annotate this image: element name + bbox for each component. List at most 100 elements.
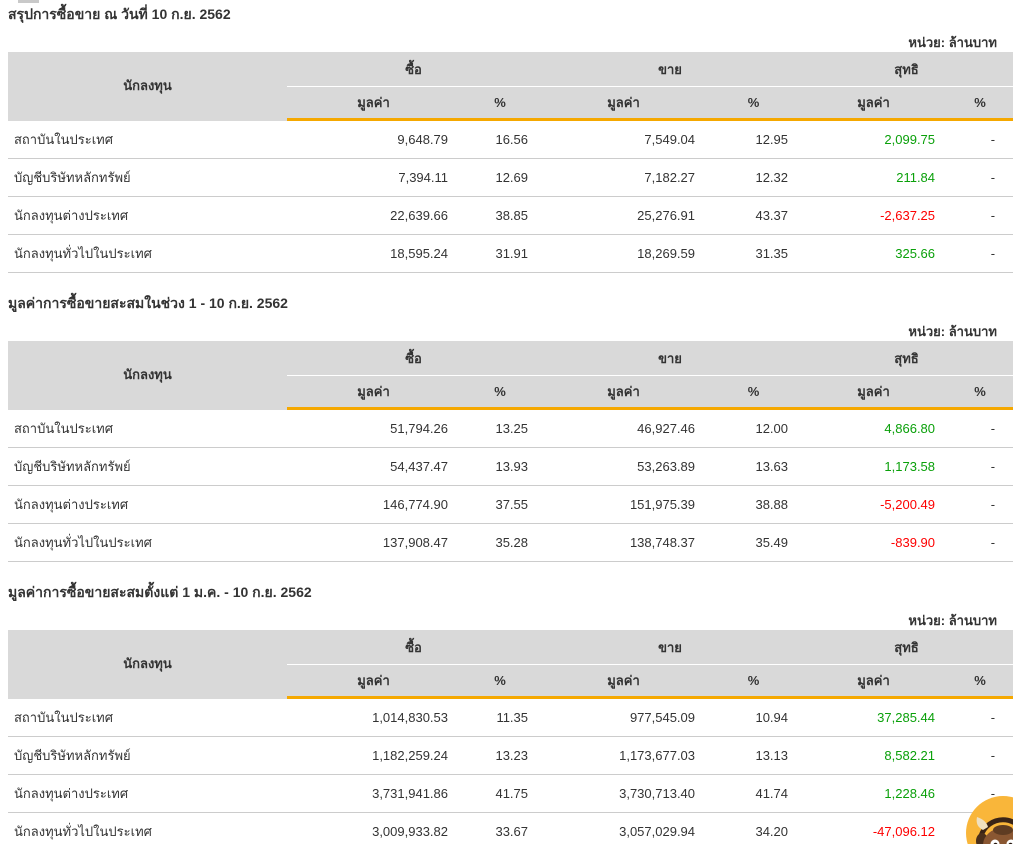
section-title: มูลค่าการซื้อขายสะสมตั้งแต่ 1 ม.ค. - 10 … bbox=[8, 583, 1013, 601]
cell-sell-value: 3,057,029.94 bbox=[540, 813, 707, 844]
table-row: บัญชีบริษัทหลักทรัพย์1,182,259.2413.231,… bbox=[8, 737, 1013, 775]
clipped-ui-fragment bbox=[18, 0, 39, 3]
col-subheader-net-value: มูลค่า bbox=[800, 665, 947, 698]
cell-sell-value: 53,263.89 bbox=[540, 448, 707, 486]
cell-sell-percent: 43.37 bbox=[707, 197, 800, 235]
cell-sell-value: 18,269.59 bbox=[540, 235, 707, 273]
cell-net-percent: - bbox=[947, 698, 1013, 737]
cell-investor-name: นักลงทุนต่างประเทศ bbox=[8, 775, 287, 813]
cell-investor-name: บัญชีบริษัทหลักทรัพย์ bbox=[8, 159, 287, 197]
cell-buy-percent: 37.55 bbox=[460, 486, 540, 524]
period-summary-section: มูลค่าการซื้อขายสะสมในช่วง 1 - 10 ก.ย. 2… bbox=[0, 294, 1013, 562]
table-body: สถาบันในประเทศ51,794.2613.2546,927.4612.… bbox=[8, 409, 1013, 562]
ytd-summary-section: มูลค่าการซื้อขายสะสมตั้งแต่ 1 ม.ค. - 10 … bbox=[0, 583, 1013, 844]
cell-buy-percent: 41.75 bbox=[460, 775, 540, 813]
col-header-sell: ขาย bbox=[540, 630, 800, 665]
col-subheader-sell-percent: % bbox=[707, 87, 800, 120]
cell-net-value: 1,173.58 bbox=[800, 448, 947, 486]
cell-net-value: 4,866.80 bbox=[800, 409, 947, 448]
table-row: นักลงทุนทั่วไปในประเทศ137,908.4735.28138… bbox=[8, 524, 1013, 562]
cell-sell-value: 7,182.27 bbox=[540, 159, 707, 197]
cell-sell-value: 3,730,713.40 bbox=[540, 775, 707, 813]
col-header-buy: ซื้อ bbox=[287, 52, 540, 87]
cell-sell-value: 7,549.04 bbox=[540, 120, 707, 159]
col-subheader-buy-value: มูลค่า bbox=[287, 376, 460, 409]
col-subheader-buy-value: มูลค่า bbox=[287, 665, 460, 698]
cell-sell-percent: 12.95 bbox=[707, 120, 800, 159]
cell-buy-value: 54,437.47 bbox=[287, 448, 460, 486]
unit-label: หน่วย: ล้านบาท bbox=[0, 35, 997, 51]
col-header-investor: นักลงทุน bbox=[8, 341, 287, 409]
cell-buy-percent: 31.91 bbox=[460, 235, 540, 273]
cell-buy-percent: 16.56 bbox=[460, 120, 540, 159]
cell-buy-percent: 13.93 bbox=[460, 448, 540, 486]
cell-sell-value: 25,276.91 bbox=[540, 197, 707, 235]
cell-net-value: -2,637.25 bbox=[800, 197, 947, 235]
cell-net-percent: - bbox=[947, 486, 1013, 524]
cell-buy-value: 9,648.79 bbox=[287, 120, 460, 159]
cell-investor-name: นักลงทุนต่างประเทศ bbox=[8, 486, 287, 524]
table-row: บัญชีบริษัทหลักทรัพย์54,437.4713.9353,26… bbox=[8, 448, 1013, 486]
col-subheader-sell-value: มูลค่า bbox=[540, 87, 707, 120]
trading-summary-page: สรุปการซื้อขาย ณ วันที่ 10 ก.ย. 2562 หน่… bbox=[0, 0, 1013, 844]
col-header-buy: ซื้อ bbox=[287, 341, 540, 376]
cell-sell-percent: 13.63 bbox=[707, 448, 800, 486]
cell-investor-name: นักลงทุนต่างประเทศ bbox=[8, 197, 287, 235]
col-header-investor: นักลงทุน bbox=[8, 630, 287, 698]
col-subheader-sell-percent: % bbox=[707, 665, 800, 698]
col-header-investor: นักลงทุน bbox=[8, 52, 287, 120]
cell-buy-percent: 13.25 bbox=[460, 409, 540, 448]
cell-buy-percent: 12.69 bbox=[460, 159, 540, 197]
cell-buy-value: 3,009,933.82 bbox=[287, 813, 460, 844]
cell-net-value: 8,582.21 bbox=[800, 737, 947, 775]
cell-net-percent: - bbox=[947, 120, 1013, 159]
col-header-buy: ซื้อ bbox=[287, 630, 540, 665]
cell-net-percent: - bbox=[947, 737, 1013, 775]
cell-investor-name: นักลงทุนทั่วไปในประเทศ bbox=[8, 813, 287, 844]
cell-sell-percent: 38.88 bbox=[707, 486, 800, 524]
unit-label: หน่วย: ล้านบาท bbox=[0, 324, 997, 340]
col-subheader-sell-percent: % bbox=[707, 376, 800, 409]
investor-summary-table-period: นักลงทุน ซื้อ ขาย สุทธิ มูลค่า % มูลค่า … bbox=[8, 341, 1013, 562]
col-subheader-net-value: มูลค่า bbox=[800, 87, 947, 120]
table-row: สถาบันในประเทศ1,014,830.5311.35977,545.0… bbox=[8, 698, 1013, 737]
cell-sell-value: 46,927.46 bbox=[540, 409, 707, 448]
cell-investor-name: นักลงทุนทั่วไปในประเทศ bbox=[8, 524, 287, 562]
col-subheader-net-percent: % bbox=[947, 376, 1013, 409]
table-row: สถาบันในประเทศ51,794.2613.2546,927.4612.… bbox=[8, 409, 1013, 448]
cell-sell-percent: 41.74 bbox=[707, 775, 800, 813]
table-row: นักลงทุนทั่วไปในประเทศ18,595.2431.9118,2… bbox=[8, 235, 1013, 273]
section-title: มูลค่าการซื้อขายสะสมในช่วง 1 - 10 ก.ย. 2… bbox=[8, 294, 1013, 312]
cell-buy-percent: 38.85 bbox=[460, 197, 540, 235]
chatbot-mascot-button[interactable] bbox=[966, 796, 1013, 844]
cell-net-value: 2,099.75 bbox=[800, 120, 947, 159]
cell-net-percent: - bbox=[947, 197, 1013, 235]
cell-sell-value: 977,545.09 bbox=[540, 698, 707, 737]
cell-investor-name: บัญชีบริษัทหลักทรัพย์ bbox=[8, 448, 287, 486]
col-header-net: สุทธิ bbox=[800, 52, 1013, 87]
table-body: สถาบันในประเทศ1,014,830.5311.35977,545.0… bbox=[8, 698, 1013, 844]
cell-buy-value: 18,595.24 bbox=[287, 235, 460, 273]
cell-buy-value: 22,639.66 bbox=[287, 197, 460, 235]
table-row: สถาบันในประเทศ9,648.7916.567,549.0412.95… bbox=[8, 120, 1013, 159]
col-header-net: สุทธิ bbox=[800, 341, 1013, 376]
cell-buy-value: 7,394.11 bbox=[287, 159, 460, 197]
cell-sell-percent: 10.94 bbox=[707, 698, 800, 737]
cell-buy-value: 137,908.47 bbox=[287, 524, 460, 562]
cell-net-value: 211.84 bbox=[800, 159, 947, 197]
cell-buy-percent: 33.67 bbox=[460, 813, 540, 844]
table-row: นักลงทุนต่างประเทศ146,774.9037.55151,975… bbox=[8, 486, 1013, 524]
investor-summary-table-daily: นักลงทุน ซื้อ ขาย สุทธิ มูลค่า % มูลค่า … bbox=[8, 52, 1013, 273]
cell-investor-name: สถาบันในประเทศ bbox=[8, 409, 287, 448]
cell-net-percent: - bbox=[947, 448, 1013, 486]
cell-investor-name: บัญชีบริษัทหลักทรัพย์ bbox=[8, 737, 287, 775]
cell-net-percent: - bbox=[947, 409, 1013, 448]
cell-buy-value: 3,731,941.86 bbox=[287, 775, 460, 813]
table-row: นักลงทุนต่างประเทศ22,639.6638.8525,276.9… bbox=[8, 197, 1013, 235]
cell-buy-percent: 11.35 bbox=[460, 698, 540, 737]
cell-buy-value: 146,774.90 bbox=[287, 486, 460, 524]
cell-investor-name: สถาบันในประเทศ bbox=[8, 120, 287, 159]
cell-sell-percent: 34.20 bbox=[707, 813, 800, 844]
cell-sell-percent: 35.49 bbox=[707, 524, 800, 562]
bull-mascot-icon bbox=[966, 796, 1013, 844]
